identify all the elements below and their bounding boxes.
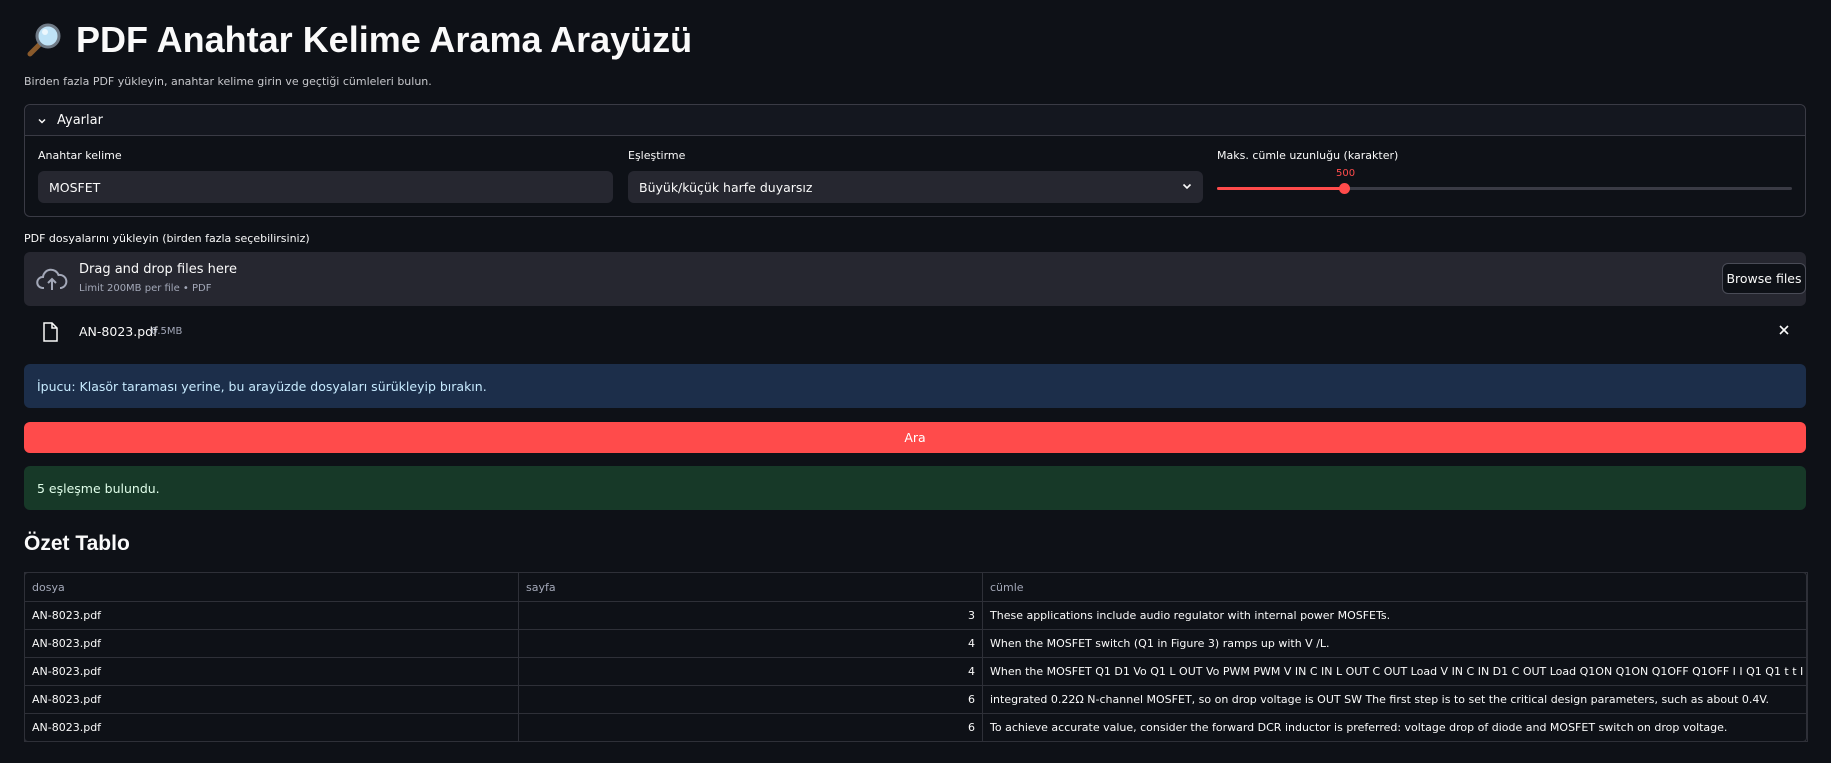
chevron-down-icon	[1181, 180, 1193, 195]
table-row: AN-8023.pdf 4 When the MOSFET Q1 D1 Vo Q…	[24, 657, 1808, 686]
file-dropzone[interactable]: Drag and drop files here Limit 200MB per…	[24, 252, 1806, 306]
table-cell-page[interactable]: 6	[518, 685, 983, 714]
table-cell-file[interactable]: AN-8023.pdf	[24, 713, 519, 742]
table-cell-page[interactable]: 3	[518, 601, 983, 630]
summary-title: Özet Tablo	[24, 532, 130, 555]
table-row: AN-8023.pdf 6 To achieve accurate value,…	[24, 713, 1808, 742]
match-label: Eşleştirme	[628, 149, 686, 162]
table-row: AN-8023.pdf 4 When the MOSFET switch (Q1…	[24, 629, 1808, 658]
table-cell-sentence[interactable]: These applications include audio regulat…	[982, 601, 1808, 630]
uploader-label: PDF dosyalarını yükleyin (birden fazla s…	[24, 232, 310, 245]
table-cell-file[interactable]: AN-8023.pdf	[24, 685, 519, 714]
table-cell-file[interactable]: AN-8023.pdf	[24, 657, 519, 686]
settings-expander: Ayarlar Anahtar kelime MOSFET Eşleştirme…	[24, 104, 1806, 217]
table-cell-page[interactable]: 4	[518, 629, 983, 658]
info-alert: İpucu: Klasör taraması yerine, bu arayüz…	[24, 364, 1806, 408]
chevron-down-icon	[37, 115, 47, 125]
summary-table: dosya sayfa cümle AN-8023.pdf 3 These ap…	[24, 572, 1808, 742]
settings-expander-label: Ayarlar	[57, 112, 103, 128]
dropzone-limit: Limit 200MB per file • PDF	[79, 283, 212, 294]
table-cell-page[interactable]: 4	[518, 657, 983, 686]
page-subtitle: Birden fazla PDF yükleyin, anahtar kelim…	[24, 75, 432, 88]
uploaded-file-row: AN-8023.pdf 0.5MB	[24, 318, 1806, 348]
page-title-text: PDF Anahtar Kelime Arama Arayüzü	[76, 19, 693, 60]
magnifier-icon	[24, 20, 64, 60]
column-header-dosya[interactable]: dosya	[24, 572, 519, 602]
close-icon[interactable]	[1776, 322, 1792, 338]
maxlen-value: 500	[1336, 168, 1356, 179]
table-cell-sentence[interactable]: integrated 0.22Ω N-channel MOSFET, so on…	[982, 685, 1808, 714]
success-alert: 5 eşleşme bulundu.	[24, 466, 1806, 510]
maxlen-slider-thumb[interactable]	[1339, 183, 1350, 194]
table-row: AN-8023.pdf 6 integrated 0.22Ω N-channel…	[24, 685, 1808, 714]
maxlen-slider-track[interactable]	[1217, 183, 1792, 194]
table-cell-file[interactable]: AN-8023.pdf	[24, 601, 519, 630]
file-size: 0.5MB	[151, 326, 183, 337]
table-cell-sentence[interactable]: To achieve accurate value, consider the …	[982, 713, 1808, 742]
settings-expander-header[interactable]: Ayarlar	[25, 105, 1805, 136]
match-select[interactable]: Büyük/küçük harfe duyarsız	[628, 171, 1203, 203]
keyword-input[interactable]: MOSFET	[38, 171, 613, 203]
maxlen-label: Maks. cümle uzunluğu (karakter)	[1217, 149, 1399, 162]
column-header-cumle[interactable]: cümle	[982, 572, 1808, 602]
search-button[interactable]: Ara	[24, 422, 1806, 453]
table-cell-sentence[interactable]: When the MOSFET Q1 D1 Vo Q1 L OUT Vo PWM…	[982, 657, 1808, 686]
match-select-value: Büyük/küçük harfe duyarsız	[639, 179, 813, 195]
maxlen-slider-fill	[1217, 187, 1344, 190]
table-row: AN-8023.pdf 3 These applications include…	[24, 601, 1808, 630]
file-icon	[42, 322, 58, 342]
browse-files-button[interactable]: Browse files	[1722, 263, 1806, 294]
table-cell-page[interactable]: 6	[518, 713, 983, 742]
table-cell-file[interactable]: AN-8023.pdf	[24, 629, 519, 658]
table-header-row: dosya sayfa cümle	[24, 572, 1808, 602]
page-title: PDF Anahtar Kelime Arama Arayüzü	[24, 18, 692, 62]
column-header-sayfa[interactable]: sayfa	[518, 572, 983, 602]
file-name: AN-8023.pdf	[79, 324, 158, 339]
dropzone-instructions: Drag and drop files here	[79, 262, 237, 277]
table-cell-sentence[interactable]: When the MOSFET switch (Q1 in Figure 3) …	[982, 629, 1808, 658]
cloud-upload-icon	[36, 266, 68, 294]
keyword-label: Anahtar kelime	[38, 149, 122, 162]
